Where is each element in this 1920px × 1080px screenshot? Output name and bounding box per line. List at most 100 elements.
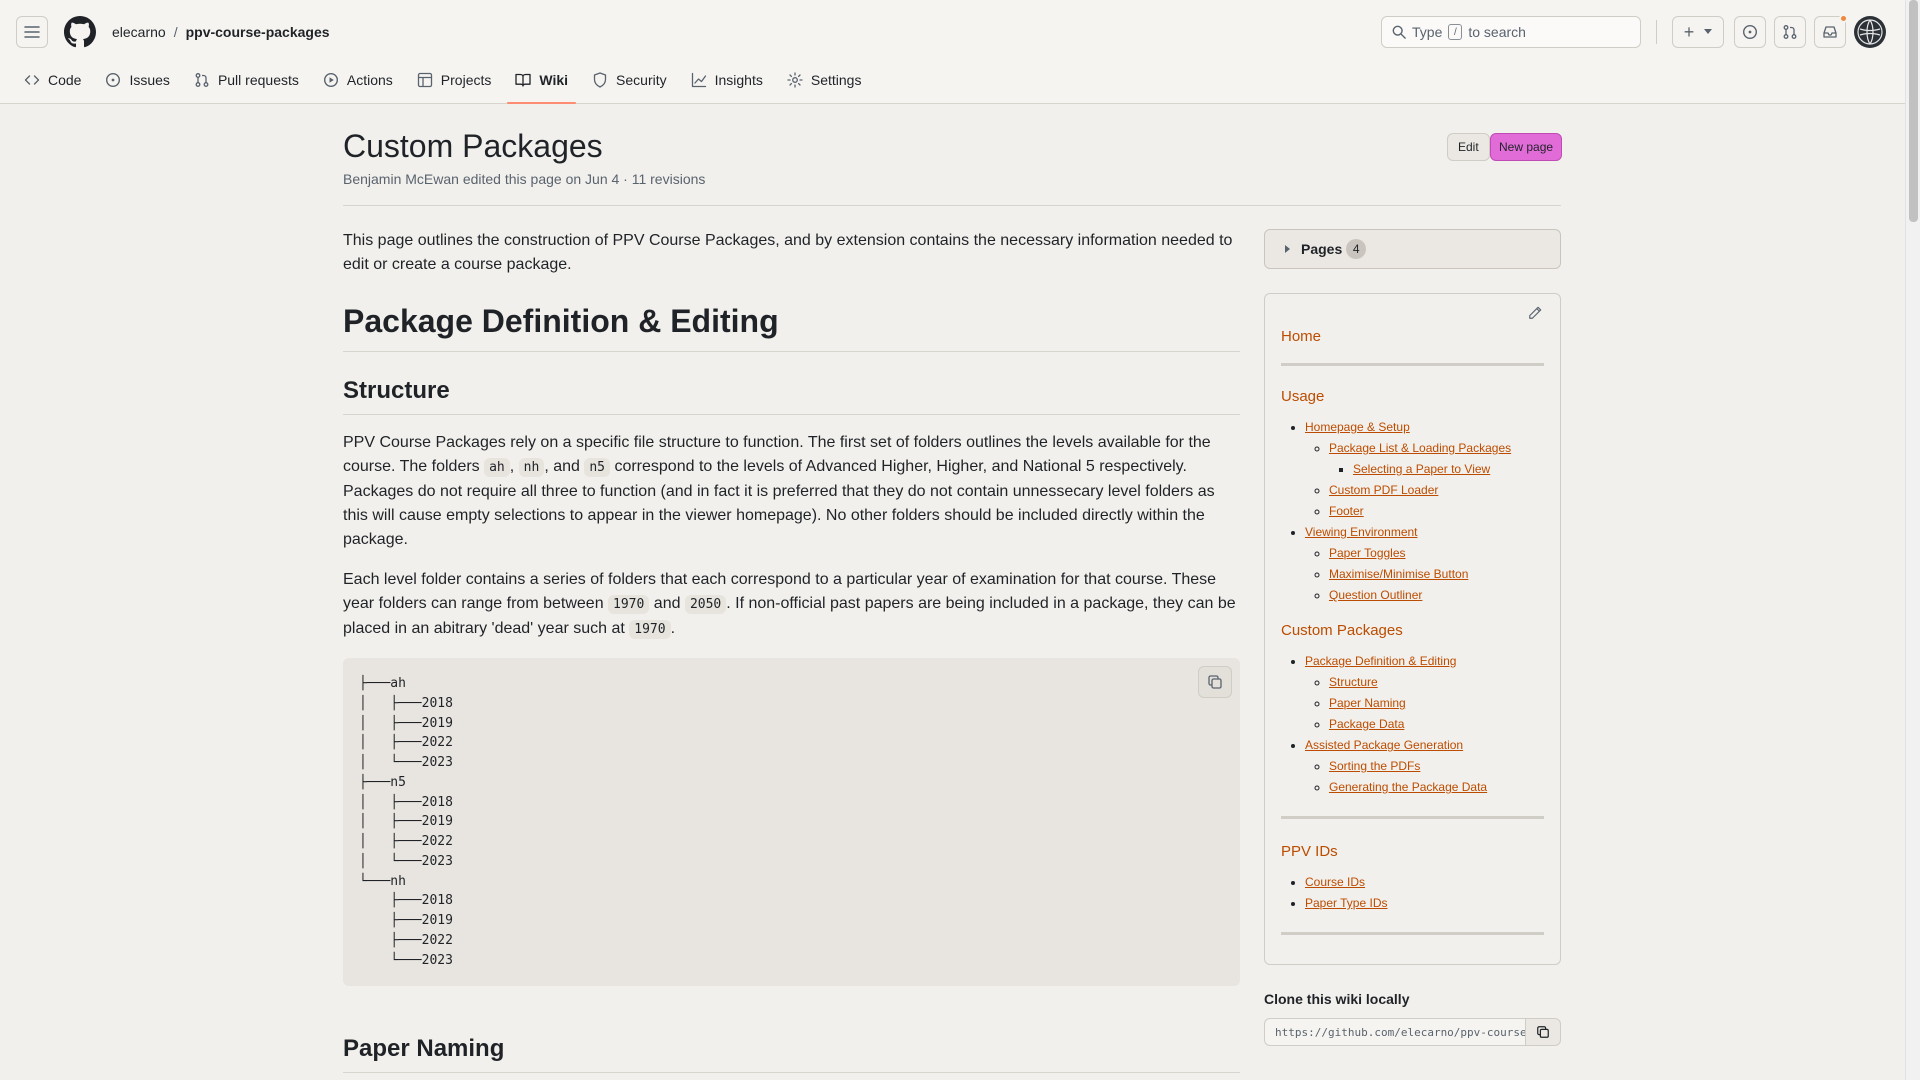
toc-link[interactable]: Homepage & Setup bbox=[1305, 420, 1410, 434]
page-title: Custom Packages bbox=[343, 128, 603, 164]
tree-line: └───2023 bbox=[359, 952, 453, 968]
search-input[interactable]: Type / to search bbox=[1381, 16, 1641, 48]
copy-icon bbox=[1537, 1026, 1549, 1038]
repo-name-link[interactable]: ppv-course-packages bbox=[186, 24, 330, 40]
toc-divider bbox=[1281, 932, 1544, 935]
toc-link[interactable]: Structure bbox=[1329, 675, 1378, 689]
tab-label: Settings bbox=[810, 72, 862, 88]
toc-link[interactable]: Package Definition & Editing bbox=[1305, 654, 1456, 668]
list-item: Homepage & Setup Package List & Loading … bbox=[1305, 417, 1544, 522]
tree-line: ├───n5 bbox=[359, 774, 406, 790]
pages-toggle[interactable]: Pages 4 bbox=[1264, 229, 1561, 269]
menu-button[interactable] bbox=[16, 16, 48, 48]
toc-link[interactable]: Footer bbox=[1329, 504, 1364, 518]
toc-link[interactable]: Paper Naming bbox=[1329, 696, 1406, 710]
toc-link[interactable]: Assisted Package Generation bbox=[1305, 738, 1463, 752]
edit-button[interactable]: Edit bbox=[1447, 133, 1490, 161]
toc-link[interactable]: Maximise/Minimise Button bbox=[1329, 567, 1468, 581]
tab-wiki[interactable]: Wiki bbox=[507, 64, 576, 104]
issues-button[interactable] bbox=[1734, 16, 1766, 48]
repo-owner-link[interactable]: elecarno bbox=[112, 24, 166, 40]
clone-url-field[interactable]: https://github.com/elecarno/ppv-course-p… bbox=[1264, 1018, 1526, 1046]
github-icon bbox=[64, 16, 96, 48]
graph-icon bbox=[691, 72, 706, 88]
pull-requests-button[interactable] bbox=[1774, 16, 1806, 48]
table-icon bbox=[417, 72, 432, 88]
pull-request-icon bbox=[1783, 25, 1797, 39]
tree-line: ├───ah bbox=[359, 676, 406, 691]
tab-actions[interactable]: Actions bbox=[315, 64, 401, 96]
tree-line: ├───2018 bbox=[359, 893, 453, 909]
list-item: Paper Toggles bbox=[1329, 543, 1544, 564]
toc-sublist: Package List & Loading Packages Selectin… bbox=[1305, 438, 1544, 522]
edit-sidebar-button[interactable] bbox=[1528, 306, 1542, 325]
toc-divider bbox=[1281, 816, 1544, 819]
create-new-button[interactable]: + bbox=[1672, 16, 1724, 48]
global-header: elecarno / ppv-course-packages Type / to… bbox=[0, 0, 1905, 104]
list-item: Question Outliner bbox=[1329, 585, 1544, 606]
toc-ids-heading[interactable]: PPV IDs bbox=[1281, 843, 1544, 860]
search-icon bbox=[1392, 25, 1406, 39]
heading-paper-naming: Paper Naming bbox=[343, 1034, 1240, 1073]
user-avatar[interactable] bbox=[1854, 16, 1886, 48]
toc-link[interactable]: Generating the Package Data bbox=[1329, 780, 1487, 794]
tab-security[interactable]: Security bbox=[584, 64, 675, 96]
header-divider bbox=[1656, 20, 1657, 44]
list-item: Paper Naming bbox=[1329, 693, 1544, 714]
inline-code: 2050 bbox=[684, 595, 727, 614]
toc-link[interactable]: Custom PDF Loader bbox=[1329, 483, 1438, 497]
pencil-icon bbox=[1529, 306, 1542, 319]
list-item: Selecting a Paper to View bbox=[1353, 459, 1544, 480]
wiki-sidebar-toc: Home Usage Homepage & Setup Package List… bbox=[1264, 293, 1561, 965]
avatar-icon bbox=[1857, 19, 1883, 45]
tab-code[interactable]: Code bbox=[16, 64, 89, 96]
tree-line: │ └───2023 bbox=[359, 853, 453, 869]
toc-custom-heading[interactable]: Custom Packages bbox=[1281, 622, 1544, 639]
tree-line: │ ├───2019 bbox=[359, 814, 453, 830]
toc-link[interactable]: Paper Type IDs bbox=[1305, 896, 1388, 910]
toc-link[interactable]: Course IDs bbox=[1305, 875, 1365, 889]
copy-icon bbox=[1208, 675, 1222, 689]
tab-pull-requests[interactable]: Pull requests bbox=[186, 64, 307, 96]
tab-settings[interactable]: Settings bbox=[779, 64, 870, 96]
title-divider bbox=[343, 205, 1561, 206]
copy-code-button[interactable] bbox=[1198, 666, 1232, 698]
toc-link[interactable]: Paper Toggles bbox=[1329, 546, 1406, 560]
toc-usage-list: Homepage & Setup Package List & Loading … bbox=[1281, 417, 1544, 606]
new-page-button[interactable]: New page bbox=[1490, 133, 1563, 161]
inbox-button[interactable] bbox=[1814, 14, 1848, 48]
toc-sublist: Selecting a Paper to View bbox=[1329, 459, 1544, 480]
tab-projects[interactable]: Projects bbox=[409, 64, 500, 96]
repo-tabs: Code Issues Pull requests Actions Projec… bbox=[16, 64, 877, 104]
toc-link[interactable]: Selecting a Paper to View bbox=[1353, 462, 1490, 476]
toc-link[interactable]: Question Outliner bbox=[1329, 588, 1422, 602]
toc-usage-heading[interactable]: Usage bbox=[1281, 388, 1544, 405]
inline-code: 1970 bbox=[629, 620, 671, 639]
tab-label: Pull requests bbox=[217, 72, 299, 88]
scrollbar-thumb[interactable] bbox=[1909, 0, 1918, 222]
toc-link[interactable]: Package Data bbox=[1329, 717, 1404, 731]
page-scrollbar[interactable] bbox=[1905, 0, 1920, 1080]
tab-label: Wiki bbox=[539, 72, 569, 88]
toc-home-link[interactable]: Home bbox=[1281, 328, 1544, 345]
tab-label: Issues bbox=[129, 72, 170, 88]
structure-paragraph-1: PPV Course Packages rely on a specific f… bbox=[343, 431, 1240, 552]
search-placeholder-prefix: Type bbox=[1412, 24, 1443, 40]
copy-clone-url-button[interactable] bbox=[1525, 1018, 1561, 1046]
tab-issues[interactable]: Issues bbox=[97, 64, 177, 96]
toc-divider bbox=[1281, 363, 1544, 366]
list-item: Package List & Loading Packages Selectin… bbox=[1329, 438, 1544, 480]
text-run: , and bbox=[544, 458, 585, 475]
toc-custom-list: Package Definition & Editing Structure P… bbox=[1281, 651, 1544, 798]
github-logo[interactable] bbox=[64, 16, 96, 48]
toc-link[interactable]: Sorting the PDFs bbox=[1329, 759, 1420, 773]
tab-insights[interactable]: Insights bbox=[683, 64, 771, 96]
intro-paragraph: This page outlines the construction of P… bbox=[343, 232, 1233, 273]
toc-link[interactable]: Package List & Loading Packages bbox=[1329, 441, 1511, 455]
toc-sublist: Paper Toggles Maximise/Minimise Button Q… bbox=[1305, 543, 1544, 606]
toc-link[interactable]: Viewing Environment bbox=[1305, 525, 1418, 539]
inline-code: nh bbox=[518, 458, 545, 477]
gear-icon bbox=[787, 72, 803, 88]
search-placeholder-suffix: to search bbox=[1468, 24, 1526, 40]
text-run: , bbox=[509, 458, 519, 475]
